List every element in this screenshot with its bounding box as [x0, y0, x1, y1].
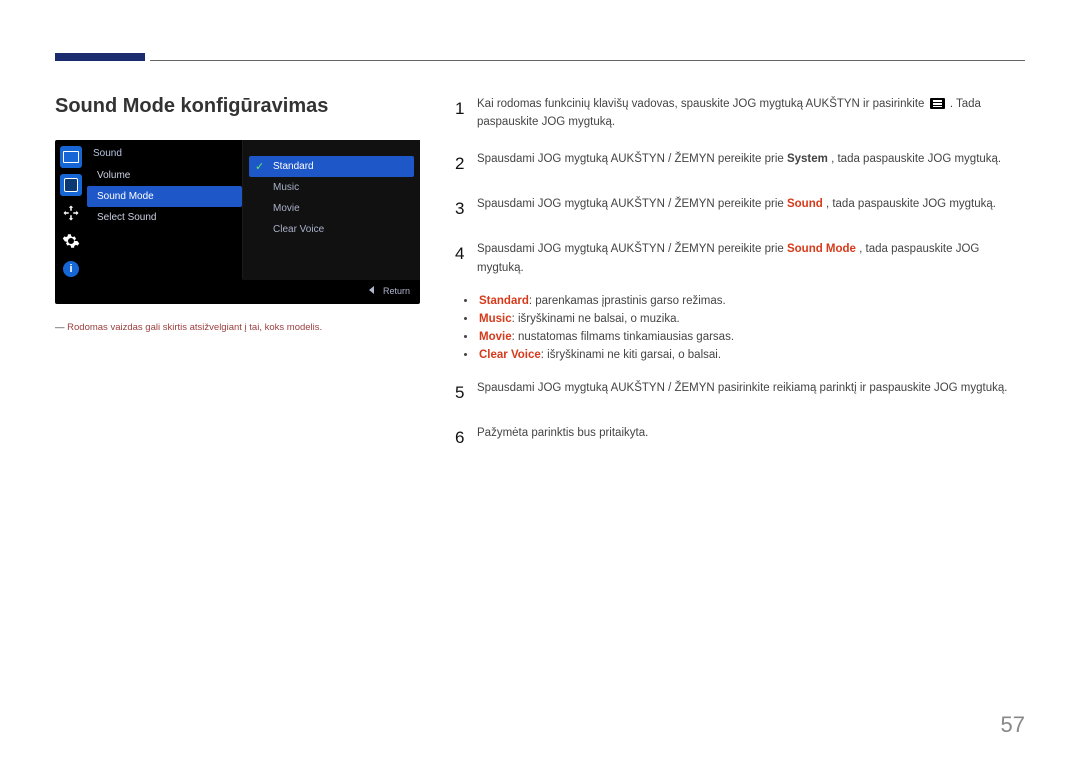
step-body: Spausdami JOG mygtuką AUKŠTYN / ŽEMYN pe… [477, 195, 1025, 222]
footnote-text: Rodomas vaizdas gali skirtis atsižvelgia… [67, 322, 322, 333]
step-number: 6 [455, 424, 477, 451]
step-text: Kai rodomas funkcinių klavišų vadovas, s… [477, 98, 928, 110]
step-text: Spausdami JOG mygtuką AUKŠTYN / ŽEMYN pe… [477, 198, 787, 210]
step-2: 2 Spausdami JOG mygtuką AUKŠTYN / ŽEMYN … [455, 150, 1025, 177]
step-4: 4 Spausdami JOG mygtuką AUKŠTYN / ŽEMYN … [455, 240, 1025, 277]
settings-icon [60, 230, 82, 252]
bullet-standard: Standard: parenkamas įprastinis garso re… [477, 295, 1025, 307]
picture-icon [60, 146, 82, 168]
step-body: Spausdami JOG mygtuką AUKŠTYN / ŽEMYN pe… [477, 150, 1025, 177]
bullet-val: : išryškinami ne kiti garsai, o balsai. [541, 349, 721, 361]
right-column: 1 Kai rodomas funkcinių klavišų vadovas,… [425, 95, 1025, 469]
step-1: 1 Kai rodomas funkcinių klavišų vadovas,… [455, 95, 1025, 132]
bullet-val: : išryškinami ne balsai, o muzika. [512, 313, 680, 325]
keyword-sound: Sound [787, 198, 823, 210]
page-number: 57 [1001, 712, 1025, 738]
position-icon [60, 202, 82, 224]
osd-screenshot: Sound Volume Sound Mode Select Sound ✓ S… [55, 140, 420, 304]
osd-menu-header: Sound [87, 146, 242, 165]
bullet-val: : parenkamas įprastinis garso režimas. [529, 295, 726, 307]
step-body: Kai rodomas funkcinių klavišų vadovas, s… [477, 95, 1025, 132]
step-number: 5 [455, 379, 477, 406]
return-arrow-icon [369, 286, 374, 296]
osd-icon-column [55, 140, 87, 280]
osd-footer: Return [55, 280, 420, 296]
step-number: 2 [455, 150, 477, 177]
osd-primary-menu: Sound Volume Sound Mode Select Sound [87, 140, 242, 280]
step-number: 1 [455, 95, 477, 132]
section-title: Sound Mode konfigūravimas [55, 95, 425, 118]
keyword-sound-mode: Sound Mode [787, 243, 856, 255]
return-label: Return [383, 286, 410, 296]
osd-sub-label: Standard [273, 161, 314, 172]
info-icon [60, 258, 82, 280]
step-number: 4 [455, 240, 477, 277]
screen-icon [60, 174, 82, 196]
header-divider [150, 60, 1025, 61]
bullet-val: : nustatomas filmams tinkamiausias garsa… [512, 331, 734, 343]
bullet-key: Movie [479, 331, 512, 343]
page-content: Sound Mode konfigūravimas Sound Volu [55, 95, 1025, 469]
step-6: 6 Pažymėta parinktis bus pritaikyta. [455, 424, 1025, 451]
check-icon: ✓ [255, 160, 264, 173]
menu-icon [930, 98, 945, 109]
bullet-music: Music: išryškinami ne balsai, o muzika. [477, 313, 1025, 325]
bullet-movie: Movie: nustatomas filmams tinkamiausias … [477, 331, 1025, 343]
step-3: 3 Spausdami JOG mygtuką AUKŠTYN / ŽEMYN … [455, 195, 1025, 222]
step-5: 5 Spausdami JOG mygtuką AUKŠTYN / ŽEMYN … [455, 379, 1025, 406]
left-column: Sound Mode konfigūravimas Sound Volu [55, 95, 425, 469]
osd-sub-music: Music [249, 177, 414, 198]
step-text: , tada paspauskite JOG mygtuką. [826, 198, 996, 210]
osd-body: Sound Volume Sound Mode Select Sound ✓ S… [55, 140, 420, 280]
osd-item-select-sound: Select Sound [87, 207, 242, 228]
step-text: Spausdami JOG mygtuką AUKŠTYN / ŽEMYN pe… [477, 153, 787, 165]
footnote-dash: ― [55, 322, 65, 333]
bullet-key: Music [479, 313, 512, 325]
bullet-key: Standard [479, 295, 529, 307]
bullet-key: Clear Voice [479, 349, 541, 361]
keyword-system: System [787, 153, 828, 165]
step-text: , tada paspauskite JOG mygtuką. [831, 153, 1001, 165]
osd-sub-movie: Movie [249, 198, 414, 219]
osd-item-volume: Volume [87, 165, 242, 186]
header-accent-bar [55, 53, 145, 61]
osd-item-sound-mode: Sound Mode [87, 186, 242, 207]
step-text: Spausdami JOG mygtuką AUKŠTYN / ŽEMYN pe… [477, 243, 787, 255]
step-body: Pažymėta parinktis bus pritaikyta. [477, 424, 1025, 451]
bullet-list: Standard: parenkamas įprastinis garso re… [477, 295, 1025, 361]
bullet-clear-voice: Clear Voice: išryškinami ne kiti garsai,… [477, 349, 1025, 361]
step-body: Spausdami JOG mygtuką AUKŠTYN / ŽEMYN pe… [477, 240, 1025, 277]
osd-sub-clear-voice: Clear Voice [249, 219, 414, 240]
footnote: ― Rodomas vaizdas gali skirtis atsižvelg… [55, 322, 425, 333]
step-body: Spausdami JOG mygtuką AUKŠTYN / ŽEMYN pa… [477, 379, 1025, 406]
step-number: 3 [455, 195, 477, 222]
osd-sub-standard: ✓ Standard [249, 156, 414, 177]
osd-submenu: ✓ Standard Music Movie Clear Voice [242, 140, 420, 280]
